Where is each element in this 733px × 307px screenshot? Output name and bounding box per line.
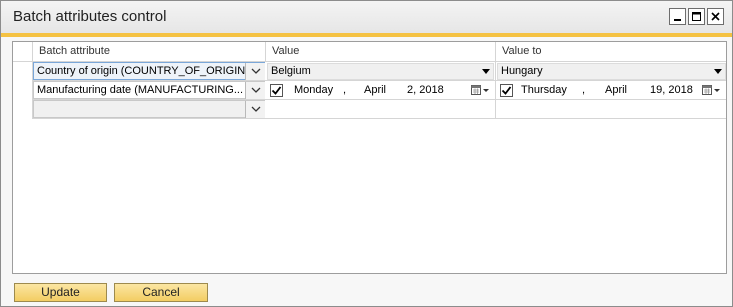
minimize-button[interactable] xyxy=(669,8,686,25)
minimize-icon xyxy=(674,19,681,21)
checkmark-icon xyxy=(271,86,282,95)
calendar-icon xyxy=(471,85,489,95)
chevron-down-icon xyxy=(251,68,261,74)
cancel-button[interactable]: Cancel xyxy=(114,283,208,302)
value-month[interactable]: April xyxy=(364,83,386,98)
window-controls xyxy=(669,8,724,25)
grid-header: Batch attribute Value Value to xyxy=(13,42,726,62)
batch-attribute-combo[interactable]: Manufacturing date (MANUFACTURING... xyxy=(33,81,265,99)
maximize-icon xyxy=(692,12,701,21)
table-row xyxy=(13,100,726,119)
value-cell: Monday , April 2, 2018 xyxy=(266,81,496,100)
value-date-picker[interactable]: Monday , April 2, 2018 xyxy=(267,82,494,99)
attribute-dropdown-button[interactable] xyxy=(245,101,265,118)
column-header-batch-attribute[interactable]: Batch attribute xyxy=(33,42,266,62)
value-combo[interactable]: Belgium xyxy=(267,63,494,80)
dropdown-arrow-icon xyxy=(482,69,490,74)
window-title: Batch attributes control xyxy=(13,8,167,25)
column-header-value-to[interactable]: Value to xyxy=(496,42,726,62)
calendar-icon xyxy=(702,85,720,95)
batch-attribute-combo[interactable]: Country of origin (COUNTRY_OF_ORIGIN) xyxy=(33,62,265,80)
value-to-cell[interactable] xyxy=(496,100,726,119)
value-to-day-year[interactable]: 19, 2018 xyxy=(650,83,693,98)
close-icon xyxy=(711,12,720,21)
value-cell[interactable] xyxy=(266,100,496,119)
batch-attribute-text: Manufacturing date (MANUFACTURING... xyxy=(37,84,244,96)
value-weekday[interactable]: Monday xyxy=(294,83,333,98)
maximize-button[interactable] xyxy=(688,8,705,25)
row-header[interactable] xyxy=(13,100,33,119)
value-to-separator: , xyxy=(582,84,586,96)
checkmark-icon xyxy=(501,86,512,95)
chevron-down-icon xyxy=(251,106,261,112)
attribute-dropdown-button[interactable] xyxy=(245,82,265,99)
value-separator: , xyxy=(343,84,347,96)
attribute-dropdown-button[interactable] xyxy=(245,63,265,80)
table-row: Country of origin (COUNTRY_OF_ORIGIN) Be… xyxy=(13,62,726,81)
batch-attributes-window: Batch attributes control Batch attribute… xyxy=(0,0,733,307)
value-day-year[interactable]: 2, 2018 xyxy=(407,83,444,98)
value-to-month[interactable]: April xyxy=(605,83,627,98)
batch-attributes-grid: Batch attribute Value Value to Country o… xyxy=(12,41,727,274)
value-date-checkbox[interactable] xyxy=(270,84,283,97)
value-calendar-button[interactable] xyxy=(470,84,490,100)
close-button[interactable] xyxy=(707,8,724,25)
table-row: Manufacturing date (MANUFACTURING... Mon… xyxy=(13,81,726,100)
value-text: Belgium xyxy=(271,65,311,77)
batch-attribute-combo[interactable] xyxy=(33,100,265,118)
column-header-value[interactable]: Value xyxy=(266,42,496,62)
row-header-corner xyxy=(13,42,33,62)
dropdown-arrow-icon xyxy=(714,69,722,74)
value-to-date-picker[interactable]: Thursday , April 19, 2018 xyxy=(497,82,726,99)
row-header[interactable] xyxy=(13,62,33,81)
value-to-weekday[interactable]: Thursday xyxy=(521,83,567,98)
dialog-body: Batch attribute Value Value to Country o… xyxy=(1,37,732,306)
chevron-down-icon xyxy=(251,87,261,93)
value-to-combo[interactable]: Hungary xyxy=(497,63,726,80)
value-cell: Belgium xyxy=(266,62,496,81)
value-to-cell: Hungary xyxy=(496,62,726,81)
value-to-text: Hungary xyxy=(501,65,543,77)
title-bar[interactable]: Batch attributes control xyxy=(1,1,732,33)
update-button[interactable]: Update xyxy=(14,283,107,302)
row-header[interactable] xyxy=(13,81,33,100)
batch-attribute-text: Country of origin (COUNTRY_OF_ORIGIN) xyxy=(37,65,249,77)
value-to-calendar-button[interactable] xyxy=(701,84,721,100)
value-to-cell: Thursday , April 19, 2018 xyxy=(496,81,726,100)
value-to-date-checkbox[interactable] xyxy=(500,84,513,97)
